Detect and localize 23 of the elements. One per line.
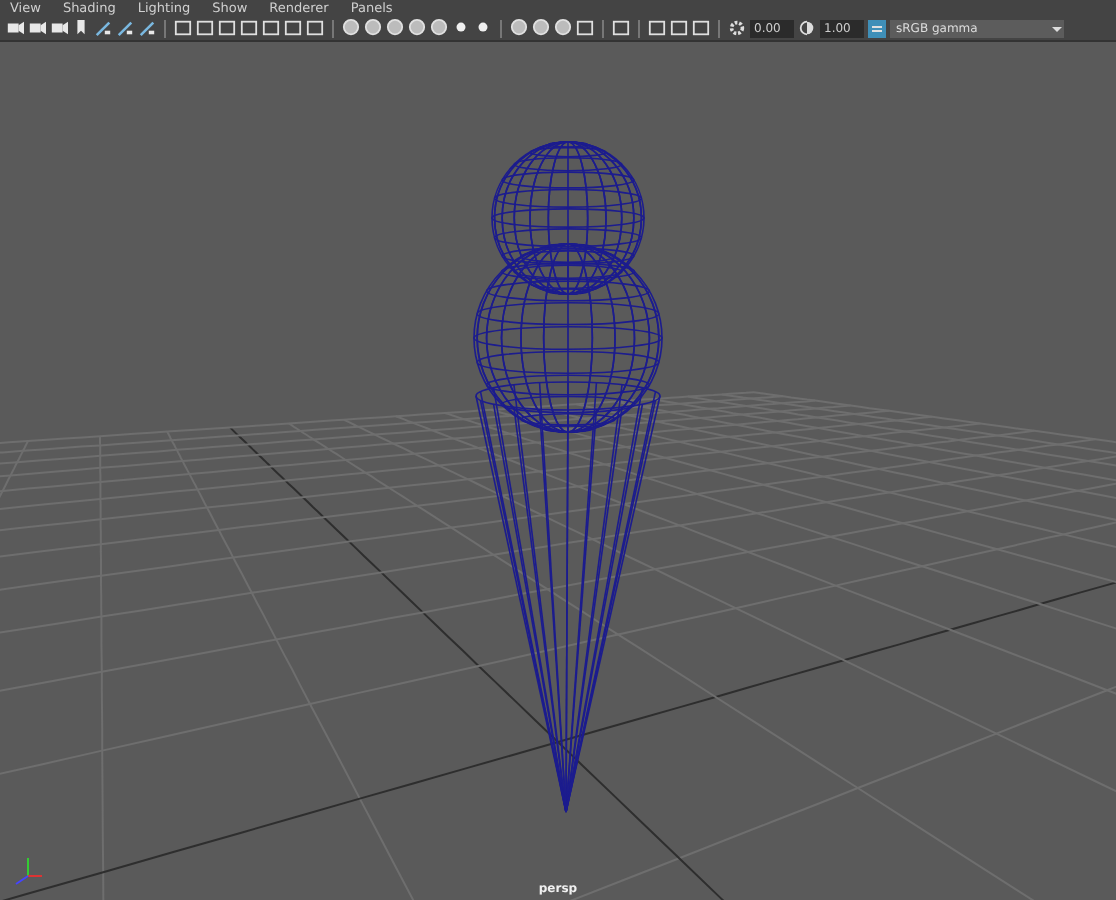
square-icon[interactable] xyxy=(670,18,688,38)
gear-icon[interactable] xyxy=(728,18,746,38)
square-icon[interactable] xyxy=(284,18,302,38)
camera-icon[interactable] xyxy=(6,18,24,38)
square-icon[interactable] xyxy=(174,18,192,38)
square-icon[interactable] xyxy=(576,18,594,38)
camera-icon[interactable] xyxy=(50,18,68,38)
gamma-icon[interactable] xyxy=(798,18,816,38)
pen-icon[interactable] xyxy=(138,18,156,38)
square-icon[interactable] xyxy=(218,18,236,38)
square-icon[interactable] xyxy=(262,18,280,38)
square-icon[interactable] xyxy=(612,18,630,38)
square-icon[interactable] xyxy=(306,18,324,38)
square-icon[interactable] xyxy=(692,18,710,38)
bookmark-icon[interactable] xyxy=(72,18,90,38)
pen-icon[interactable] xyxy=(116,18,134,38)
camera-icon[interactable] xyxy=(28,18,46,38)
color-management-icon[interactable] xyxy=(868,19,886,37)
pen-icon[interactable] xyxy=(94,18,112,38)
square-icon[interactable] xyxy=(648,18,666,38)
axis-icon xyxy=(10,854,46,886)
square-icon[interactable] xyxy=(196,18,214,38)
square-icon[interactable] xyxy=(240,18,258,38)
